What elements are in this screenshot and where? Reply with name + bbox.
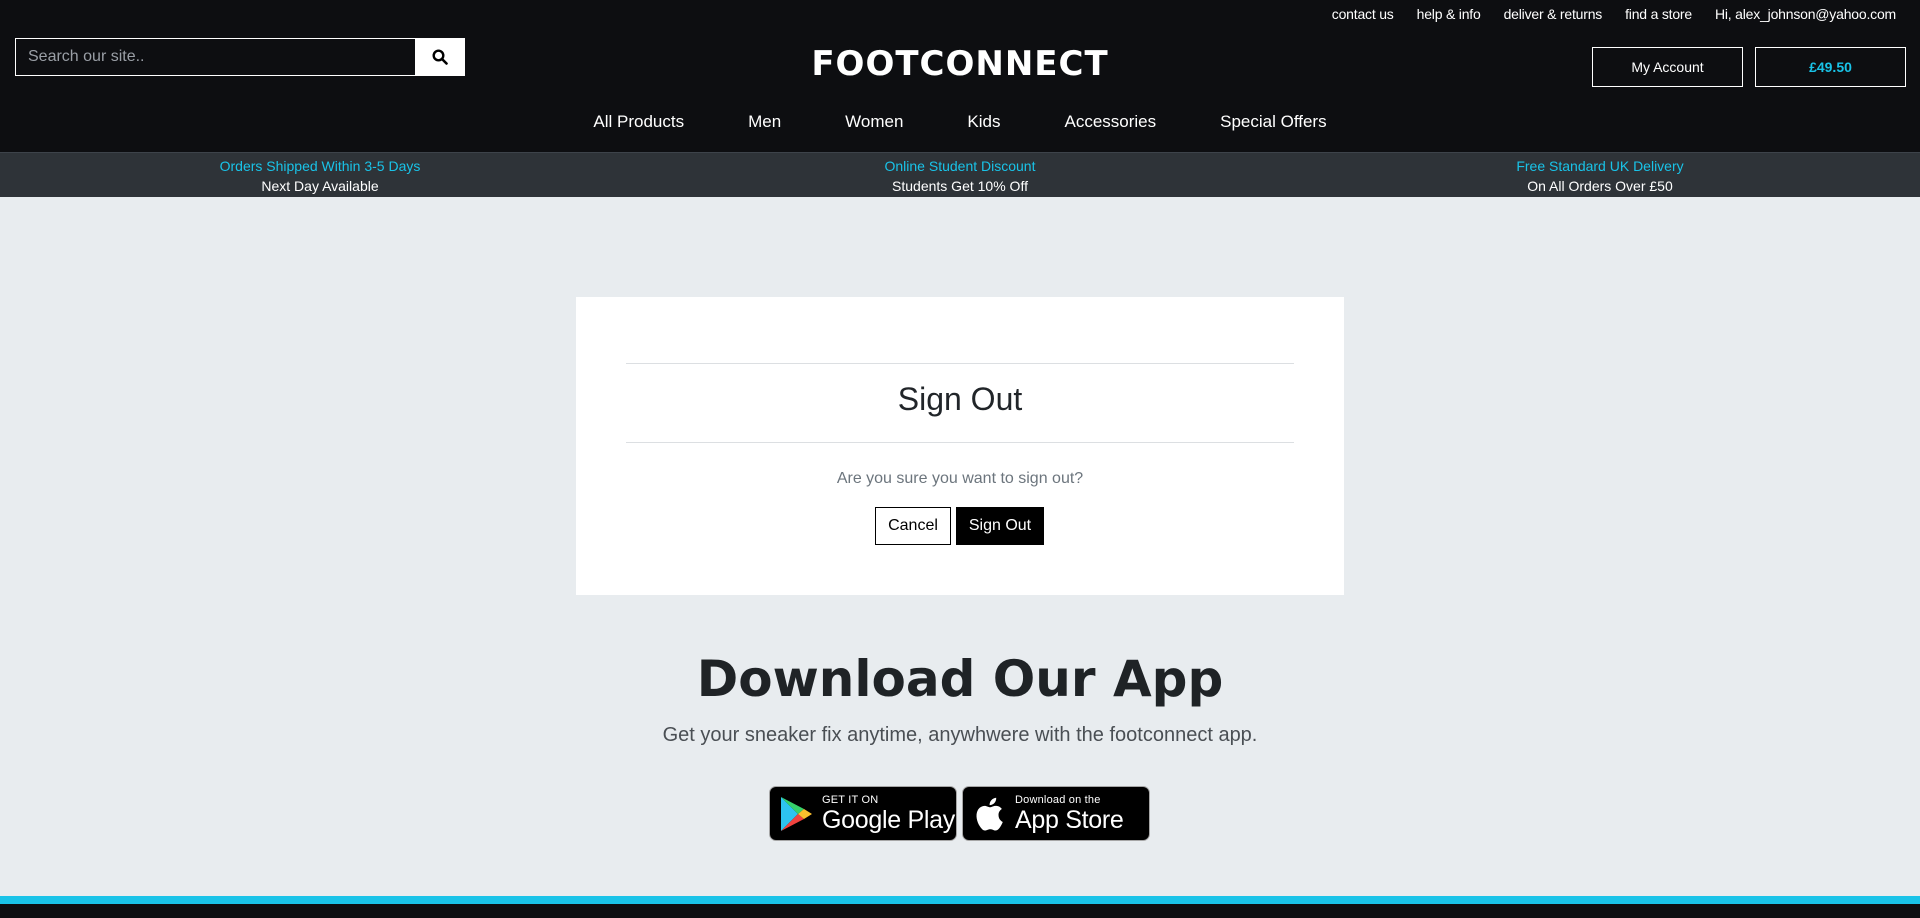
nav-special-offers[interactable]: Special Offers [1220,112,1326,132]
badge-store-name: App Store [1015,805,1124,834]
nav-accessories[interactable]: Accessories [1065,112,1157,132]
footer [0,904,1920,918]
page-title: Sign Out [897,381,1023,417]
nav-kids[interactable]: Kids [967,112,1000,132]
divider [626,442,1294,443]
promo-student: Online Student Discount Students Get 10%… [640,157,1280,196]
contact-us-link[interactable]: contact us [1332,6,1394,22]
delivery-returns-link[interactable]: deliver & returns [1504,6,1603,22]
promo-headline[interactable]: Orders Shipped Within 3-5 Days [0,157,640,176]
basket-button[interactable]: £49.50 [1755,47,1906,87]
user-greeting-link[interactable]: Hi, alex_johnson@yahoo.com [1715,6,1896,22]
footer-accent-line [0,896,1920,904]
divider [626,363,1294,364]
promo-headline[interactable]: Online Student Discount [640,157,1280,176]
google-play-badge[interactable]: GET IT ON Google Play [769,786,957,841]
my-account-button[interactable]: My Account [1592,47,1743,87]
promo-subtext: Next Day Available [261,178,379,194]
badge-caption: Download on the [1015,793,1101,806]
promo-shipping: Orders Shipped Within 3-5 Days Next Day … [0,157,640,196]
promo-delivery: Free Standard UK Delivery On All Orders … [1280,157,1920,196]
help-info-link[interactable]: help & info [1417,6,1481,22]
apple-icon [963,796,1015,832]
nav-women[interactable]: Women [845,112,903,132]
google-play-icon [770,796,822,832]
badge-caption: GET IT ON [822,793,879,806]
promo-headline[interactable]: Free Standard UK Delivery [1280,157,1920,176]
app-section-subtitle: Get your sneaker fix anytime, anywhwere … [662,724,1258,746]
promo-bar: Orders Shipped Within 3-5 Days Next Day … [0,152,1920,197]
badge-store-name: Google Play [822,805,955,834]
app-store-badge[interactable]: Download on the App Store [962,786,1150,841]
app-section-title: Download Our App [696,650,1224,708]
cancel-button[interactable]: Cancel [875,507,951,545]
signout-card: Sign Out Are you sure you want to sign o… [576,297,1344,595]
signout-question: Are you sure you want to sign out? [836,470,1084,487]
find-store-link[interactable]: find a store [1625,6,1692,22]
site-header: contact us help & info deliver & returns… [0,0,1920,152]
nav-men[interactable]: Men [748,112,781,132]
sign-out-button[interactable]: Sign Out [956,507,1044,545]
promo-subtext: On All Orders Over £50 [1527,178,1673,194]
promo-subtext: Students Get 10% Off [892,178,1028,194]
utility-links: contact us help & info deliver & returns… [1332,6,1896,22]
main-nav: All Products Men Women Kids Accessories … [0,112,1920,132]
nav-all-products[interactable]: All Products [593,112,684,132]
